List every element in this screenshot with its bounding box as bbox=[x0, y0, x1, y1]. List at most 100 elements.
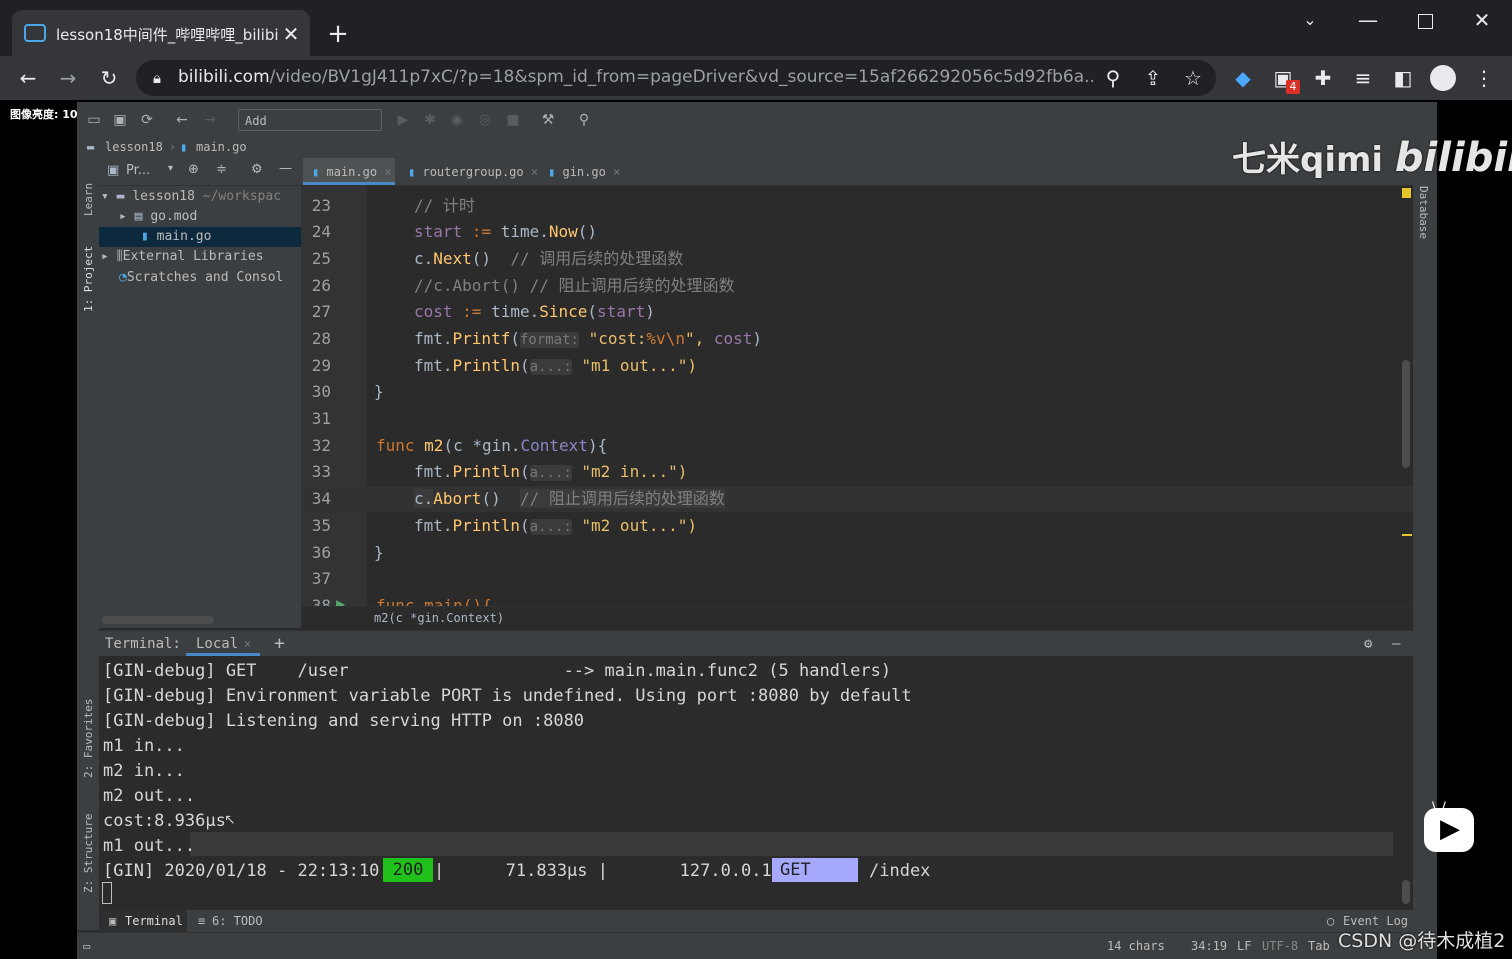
folder-icon[interactable]: ▭ bbox=[84, 110, 104, 130]
breadcrumb-item[interactable]: main.go bbox=[196, 136, 247, 158]
profile-icon[interactable]: ◎ bbox=[475, 110, 495, 130]
extension-gem-icon[interactable]: ◆ bbox=[1229, 64, 1257, 92]
gear-icon[interactable]: ⚙ bbox=[1364, 631, 1372, 657]
tree-item-lesson18[interactable]: ▾ ▬ lesson18 ~/workspac bbox=[101, 187, 281, 207]
debug-icon[interactable]: ✱ bbox=[420, 110, 440, 130]
tool-window-project[interactable]: 1: Project bbox=[82, 246, 95, 312]
tool-window-database[interactable]: Database bbox=[1417, 186, 1430, 239]
run-gutter-icon[interactable]: ▶ bbox=[336, 597, 345, 606]
hide-icon[interactable]: — bbox=[279, 161, 292, 176]
code-token: *gin. bbox=[472, 436, 521, 455]
terminal-scrollbar[interactable] bbox=[1402, 880, 1410, 904]
caret-position[interactable]: 34:19 bbox=[1191, 933, 1227, 959]
line-number: 28 bbox=[311, 329, 331, 348]
tab-search-chevron-icon[interactable]: ⌄ bbox=[1296, 6, 1324, 34]
plus-icon[interactable]: + bbox=[324, 20, 352, 48]
wrench-icon[interactable]: ⚒ bbox=[538, 110, 558, 130]
code-line: fmt.Printf(format: "cost:%v\n", cost) bbox=[414, 326, 762, 352]
code-token: ) bbox=[752, 329, 763, 348]
tree-item-go-mod[interactable]: ▸ ▤ go.mod bbox=[119, 207, 197, 227]
code-token: start bbox=[414, 222, 463, 241]
bottom-tab-todo[interactable]: 6: TODO bbox=[212, 910, 263, 932]
collapse-icon[interactable]: ≑ bbox=[216, 162, 227, 177]
close-tab-icon[interactable]: ✕ bbox=[277, 20, 305, 48]
code-token: c. bbox=[414, 489, 434, 508]
code-token: cost bbox=[414, 302, 453, 321]
extensions-puzzle-icon[interactable]: ✚ bbox=[1309, 64, 1337, 92]
back-icon[interactable]: ← bbox=[14, 64, 42, 92]
tree-item-external-libraries[interactable]: ▸ ⫼External Libraries bbox=[101, 247, 264, 267]
close-tab-icon[interactable]: × bbox=[384, 165, 391, 179]
code-token: () bbox=[577, 222, 598, 241]
close-window-icon[interactable]: ✕ bbox=[1468, 6, 1496, 34]
run-configuration-dropdown[interactable]: Add Configuration... bbox=[238, 109, 382, 150]
minimize-icon[interactable]: — bbox=[1354, 6, 1382, 34]
reload-icon[interactable]: ↻ bbox=[95, 64, 123, 92]
menu-kebab-icon[interactable]: ⋮ bbox=[1470, 64, 1498, 92]
tab-gin-go[interactable]: ▮ gin.go × bbox=[548, 160, 620, 185]
search-icon[interactable]: ⚲ bbox=[574, 110, 594, 130]
reading-list-icon[interactable]: ≡ bbox=[1349, 64, 1377, 92]
code-token: () bbox=[471, 249, 511, 268]
indent-setting[interactable]: Tab bbox=[1308, 933, 1330, 959]
dropdown-arrow-icon[interactable]: ▾ bbox=[168, 163, 173, 174]
project-view-icon: ▣ bbox=[107, 163, 120, 178]
bilibili-watermark: 七米qimi bilibili bbox=[1232, 132, 1512, 181]
close-tab-icon[interactable]: × bbox=[613, 165, 620, 179]
project-view-selector[interactable]: Pr... bbox=[126, 163, 150, 178]
forward-nav-icon[interactable]: → bbox=[200, 110, 220, 130]
layout-toggle-icon[interactable]: ▭ bbox=[83, 933, 90, 959]
bilibili-logo: bilibili bbox=[1394, 135, 1512, 181]
gear-icon[interactable]: ⚙ bbox=[251, 162, 263, 177]
new-terminal-plus-icon[interactable]: + bbox=[274, 631, 285, 657]
vertical-scrollbar[interactable] bbox=[1402, 360, 1410, 468]
side-panel-icon[interactable]: ◧ bbox=[1389, 64, 1417, 92]
code-comment: // 调用后续的处理函数 bbox=[510, 249, 684, 268]
close-tab-icon[interactable]: × bbox=[531, 165, 538, 179]
line-number: 29 bbox=[311, 356, 331, 375]
share-icon[interactable]: ⇪ bbox=[1139, 64, 1167, 92]
coverage-icon[interactable]: ◉ bbox=[447, 110, 467, 130]
forward-icon[interactable]: → bbox=[54, 64, 82, 92]
code-token: () bbox=[481, 489, 520, 508]
hide-icon[interactable]: — bbox=[1392, 631, 1400, 657]
breadcrumb-item[interactable]: lesson18 bbox=[105, 136, 163, 158]
code-token: Println bbox=[452, 356, 520, 375]
code-token: ) bbox=[645, 302, 655, 321]
scratches-icon: ◔ bbox=[119, 270, 127, 285]
code-token: fmt. bbox=[414, 329, 453, 348]
stop-icon[interactable]: ■ bbox=[503, 110, 523, 130]
save-icon[interactable]: ▣ bbox=[110, 110, 130, 130]
maximize-icon[interactable] bbox=[1418, 14, 1433, 29]
tool-window-favorites[interactable]: 2: Favorites bbox=[82, 699, 95, 778]
code-token: := bbox=[452, 302, 492, 321]
bookmark-star-icon[interactable]: ☆ bbox=[1179, 64, 1207, 92]
code-breadcrumb[interactable]: m2(c *gin.Context) bbox=[301, 606, 1413, 629]
locate-icon[interactable]: ⊕ bbox=[188, 162, 199, 177]
tab-routergroup-go[interactable]: ▮ routergroup.go × bbox=[408, 160, 538, 185]
url-text[interactable]: bilibili.com/video/BV1gJ411p7xC/?p=18&sp… bbox=[178, 67, 1093, 87]
sync-icon[interactable]: ⟳ bbox=[137, 110, 157, 130]
code-line-current: c.Abort() // 阻止调用后续的处理函数 bbox=[414, 486, 725, 512]
extension-badge: 4 bbox=[1286, 80, 1300, 94]
back-nav-icon[interactable]: ← bbox=[172, 110, 192, 130]
line-separator[interactable]: LF bbox=[1237, 933, 1251, 959]
scroll-highlight bbox=[190, 832, 1393, 856]
lock-icon: 🔒︎ bbox=[153, 69, 161, 87]
tree-item-main-go[interactable]: ▮ main.go bbox=[141, 227, 211, 247]
horizontal-scrollbar[interactable] bbox=[102, 616, 214, 624]
file-encoding[interactable]: UTF-8 bbox=[1262, 933, 1298, 959]
profile-avatar[interactable] bbox=[1430, 65, 1456, 91]
tab-main-go[interactable]: ▮ main.go × bbox=[312, 160, 392, 185]
terminal-line: [GIN-debug] GET /user --> main.main.func… bbox=[103, 661, 892, 681]
tree-item-scratches[interactable]: ◔Scratches and Consol bbox=[119, 268, 283, 288]
code-token: := bbox=[462, 222, 501, 241]
bottom-tab-terminal[interactable]: Terminal bbox=[125, 910, 183, 932]
run-icon[interactable]: ▶ bbox=[393, 110, 413, 130]
code-token: fmt. bbox=[414, 462, 453, 481]
warning-marker bbox=[1401, 188, 1411, 198]
tool-window-structure[interactable]: Z: Structure bbox=[82, 814, 95, 893]
tool-window-learn[interactable]: Learn bbox=[82, 183, 95, 216]
event-log-icon: ◯ bbox=[1327, 914, 1335, 928]
zoom-icon[interactable]: ⚲ bbox=[1099, 64, 1127, 92]
